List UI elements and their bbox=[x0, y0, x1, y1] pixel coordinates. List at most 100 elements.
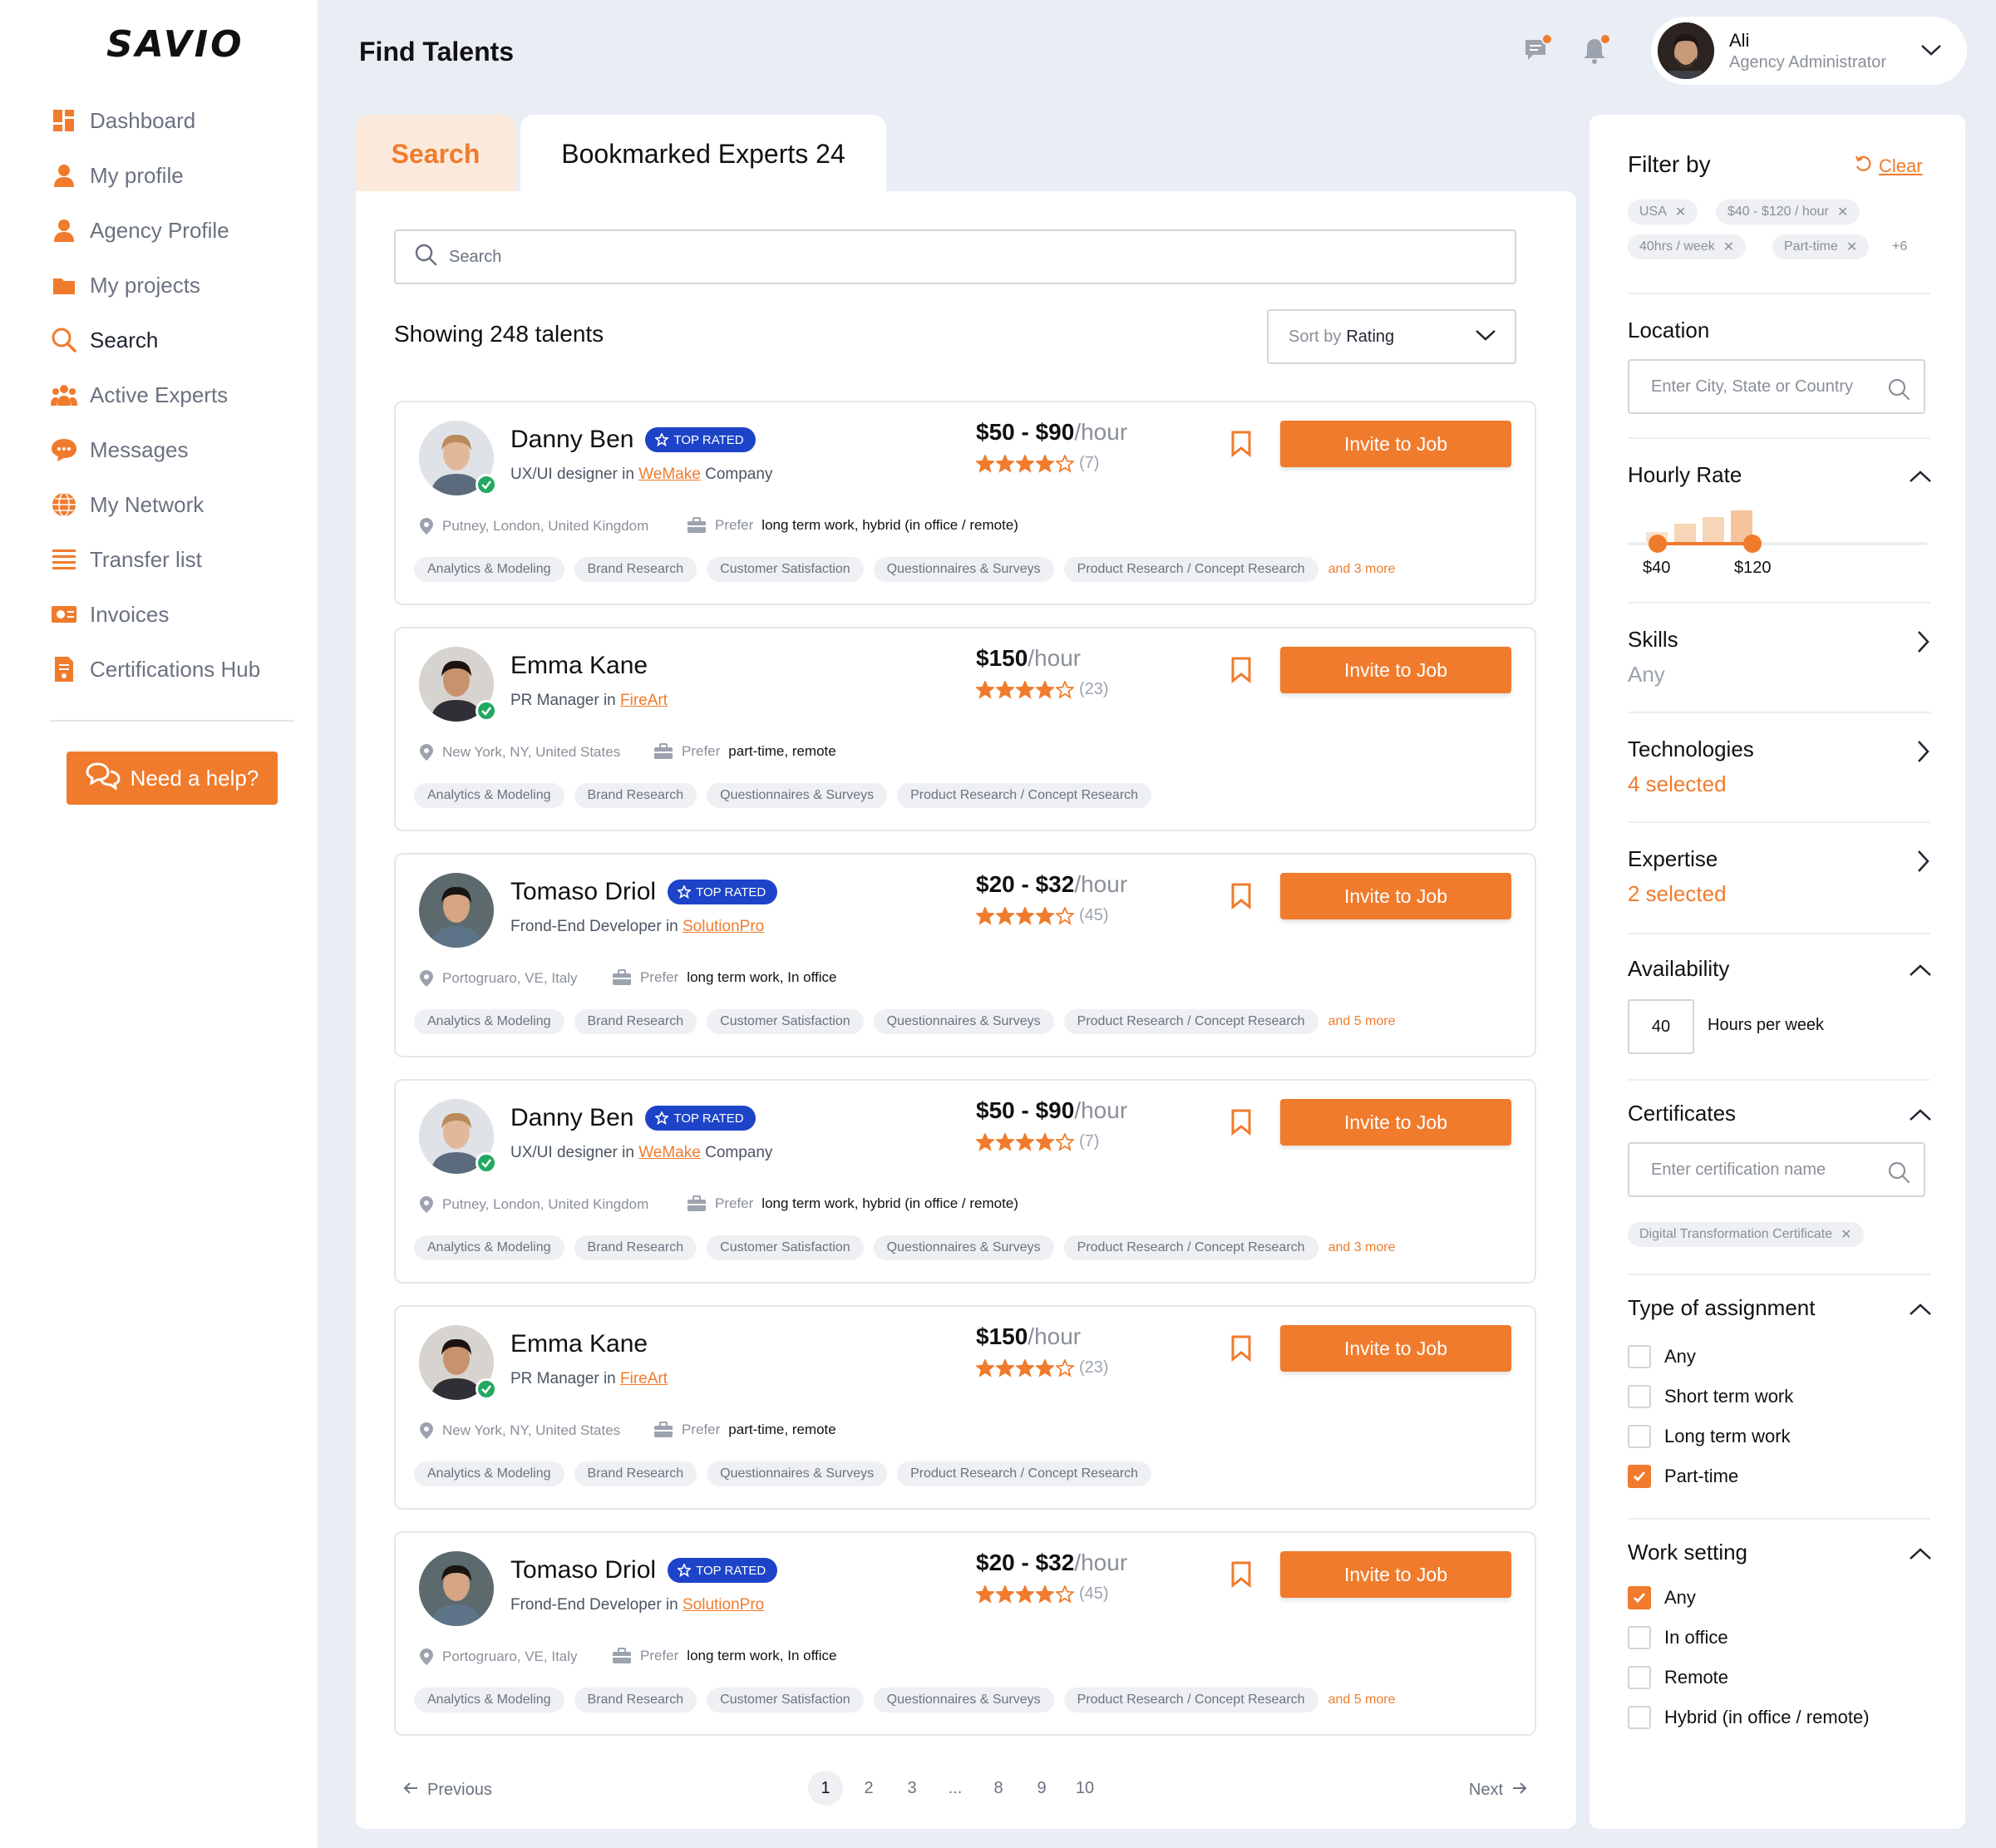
sort-dropdown[interactable]: Sort by Rating bbox=[1267, 309, 1516, 364]
checkbox-option[interactable]: Any bbox=[1628, 1586, 1696, 1609]
talent-name[interactable]: Danny Ben bbox=[510, 426, 633, 454]
next-page-button[interactable]: Next bbox=[1469, 1781, 1528, 1800]
skill-tag[interactable]: Product Research / Concept Research bbox=[1063, 1009, 1318, 1034]
bookmark-button[interactable] bbox=[1230, 431, 1252, 461]
skill-tag[interactable]: Customer Satisfaction bbox=[707, 1235, 864, 1260]
talent-name[interactable]: Tomaso Driol bbox=[510, 1556, 656, 1584]
checkbox-option[interactable]: Part-time bbox=[1628, 1465, 1738, 1488]
checkbox[interactable] bbox=[1628, 1425, 1651, 1448]
tab-search[interactable]: Search bbox=[356, 115, 515, 193]
avatar[interactable] bbox=[419, 421, 497, 495]
sidebar-item-messages[interactable]: Messages bbox=[50, 422, 299, 477]
more-tags-link[interactable]: and 5 more bbox=[1328, 1693, 1396, 1708]
invite-to-job-button[interactable]: Invite to Job bbox=[1280, 421, 1511, 467]
chevron-up-icon[interactable] bbox=[1909, 1107, 1932, 1126]
avatar[interactable] bbox=[419, 1099, 497, 1174]
company-link[interactable]: WeMake bbox=[638, 1144, 701, 1161]
talent-card[interactable]: Danny Ben TOP RATED UX/UI designer in WeMa… bbox=[394, 1079, 1536, 1284]
close-icon[interactable]: ✕ bbox=[1723, 239, 1734, 255]
chevron-right-icon[interactable] bbox=[1915, 740, 1930, 767]
avatar[interactable] bbox=[419, 1551, 494, 1626]
bookmark-button[interactable] bbox=[1230, 883, 1252, 914]
more-tags-link[interactable]: and 3 more bbox=[1328, 562, 1396, 577]
bookmark-button[interactable] bbox=[1230, 1109, 1252, 1140]
sidebar-item-search[interactable]: Search bbox=[50, 313, 299, 367]
chevron-up-icon[interactable] bbox=[1909, 1546, 1932, 1565]
close-icon[interactable]: ✕ bbox=[1837, 204, 1848, 220]
close-icon[interactable]: ✕ bbox=[1846, 239, 1857, 255]
invite-to-job-button[interactable]: Invite to Job bbox=[1280, 1325, 1511, 1372]
skill-tag[interactable]: Analytics & Modeling bbox=[414, 783, 564, 808]
company-link[interactable]: SolutionPro bbox=[683, 918, 764, 935]
sidebar-item-agency-profile[interactable]: Agency Profile bbox=[50, 203, 299, 258]
talent-name[interactable]: Danny Ben bbox=[510, 1104, 633, 1132]
more-tags-link[interactable]: and 3 more bbox=[1328, 1240, 1396, 1255]
skill-tag[interactable]: Questionnaires & Surveys bbox=[873, 1688, 1054, 1712]
avatar[interactable] bbox=[419, 873, 494, 948]
invite-to-job-button[interactable]: Invite to Job bbox=[1280, 873, 1511, 919]
checkbox-option[interactable]: Any bbox=[1628, 1345, 1696, 1368]
skill-tag[interactable]: Questionnaires & Surveys bbox=[707, 1461, 888, 1486]
sidebar-item-my-projects[interactable]: My projects bbox=[50, 258, 299, 313]
bookmark-button[interactable] bbox=[1230, 1561, 1252, 1592]
bookmark-button[interactable] bbox=[1230, 657, 1252, 687]
filter-chip[interactable]: USA ✕ bbox=[1628, 200, 1698, 224]
sidebar-item-my-profile[interactable]: My profile bbox=[50, 148, 299, 203]
more-tags-link[interactable]: and 5 more bbox=[1328, 1014, 1396, 1029]
chevron-right-icon[interactable] bbox=[1915, 850, 1930, 877]
talent-card[interactable]: Emma Kane PR Manager in FireArt $150/hour… bbox=[394, 627, 1536, 831]
chevron-up-icon[interactable] bbox=[1909, 469, 1932, 488]
invite-to-job-button[interactable]: Invite to Job bbox=[1280, 1099, 1511, 1146]
page-number-button[interactable]: 10 bbox=[1067, 1771, 1102, 1806]
need-help-button[interactable]: Need a help? bbox=[67, 752, 278, 805]
certificate-chip[interactable]: Digital Transformation Certificate ✕ bbox=[1628, 1222, 1864, 1247]
hours-per-week-input[interactable]: 40 bbox=[1628, 999, 1694, 1054]
hourly-rate-slider[interactable] bbox=[1628, 505, 1927, 572]
sidebar-item-active-experts[interactable]: Active Experts bbox=[50, 367, 299, 422]
sidebar-item-transfer-list[interactable]: Transfer list bbox=[50, 532, 299, 587]
messages-header-button[interactable] bbox=[1523, 33, 1553, 67]
skill-tag[interactable]: Brand Research bbox=[574, 783, 697, 808]
checkbox[interactable] bbox=[1628, 1626, 1651, 1649]
skill-tag[interactable]: Analytics & Modeling bbox=[414, 1688, 564, 1712]
checkbox-option[interactable]: In office bbox=[1628, 1626, 1728, 1649]
skill-tag[interactable]: Product Research / Concept Research bbox=[897, 783, 1152, 808]
checkbox[interactable] bbox=[1628, 1345, 1651, 1368]
talent-card[interactable]: Emma Kane PR Manager in FireArt $150/hour… bbox=[394, 1305, 1536, 1510]
previous-page-button[interactable]: Previous bbox=[402, 1781, 492, 1800]
technologies-title[interactable]: Technologies bbox=[1628, 737, 1754, 762]
chips-more-count[interactable]: +6 bbox=[1892, 239, 1907, 254]
talent-card[interactable]: Tomaso Driol TOP RATED Frond-End Developer… bbox=[394, 1531, 1536, 1736]
skill-tag[interactable]: Questionnaires & Surveys bbox=[873, 557, 1054, 582]
checkbox-option[interactable]: Short term work bbox=[1628, 1385, 1793, 1408]
filter-chip[interactable]: $40 - $120 / hour ✕ bbox=[1716, 200, 1860, 224]
talent-card[interactable]: Tomaso Driol TOP RATED Frond-End Developer… bbox=[394, 853, 1536, 1057]
invite-to-job-button[interactable]: Invite to Job bbox=[1280, 647, 1511, 693]
bookmark-button[interactable] bbox=[1230, 1335, 1252, 1366]
chevron-up-icon[interactable] bbox=[1909, 963, 1932, 982]
sidebar-item-certifications-hub[interactable]: Certifications Hub bbox=[50, 642, 299, 697]
chevron-up-icon[interactable] bbox=[1909, 1302, 1932, 1321]
page-number-button[interactable]: 1 bbox=[808, 1771, 843, 1806]
skill-tag[interactable]: Product Research / Concept Research bbox=[1063, 1688, 1318, 1712]
checkbox[interactable] bbox=[1628, 1465, 1651, 1488]
skill-tag[interactable]: Customer Satisfaction bbox=[707, 1688, 864, 1712]
skill-tag[interactable]: Brand Research bbox=[574, 557, 697, 582]
skill-tag[interactable]: Brand Research bbox=[574, 1688, 697, 1712]
sidebar-item-my-network[interactable]: My Network bbox=[50, 477, 299, 532]
checkbox-option[interactable]: Remote bbox=[1628, 1666, 1728, 1689]
checkbox[interactable] bbox=[1628, 1706, 1651, 1729]
filter-chip[interactable]: 40hrs / week ✕ bbox=[1628, 234, 1747, 259]
invite-to-job-button[interactable]: Invite to Job bbox=[1280, 1551, 1511, 1598]
talent-name[interactable]: Emma Kane bbox=[510, 652, 648, 680]
skill-tag[interactable]: Analytics & Modeling bbox=[414, 1009, 564, 1034]
skill-tag[interactable]: Questionnaires & Surveys bbox=[873, 1235, 1054, 1260]
tab-bookmarked-experts[interactable]: Bookmarked Experts 24 bbox=[520, 115, 886, 193]
page-number-button[interactable]: 2 bbox=[851, 1771, 886, 1806]
avatar[interactable] bbox=[419, 647, 497, 722]
close-icon[interactable]: ✕ bbox=[1841, 1226, 1851, 1243]
checkbox[interactable] bbox=[1628, 1385, 1651, 1408]
company-link[interactable]: WeMake bbox=[638, 466, 701, 483]
skill-tag[interactable]: Product Research / Concept Research bbox=[1063, 557, 1318, 582]
search-input[interactable]: Search bbox=[394, 229, 1516, 284]
